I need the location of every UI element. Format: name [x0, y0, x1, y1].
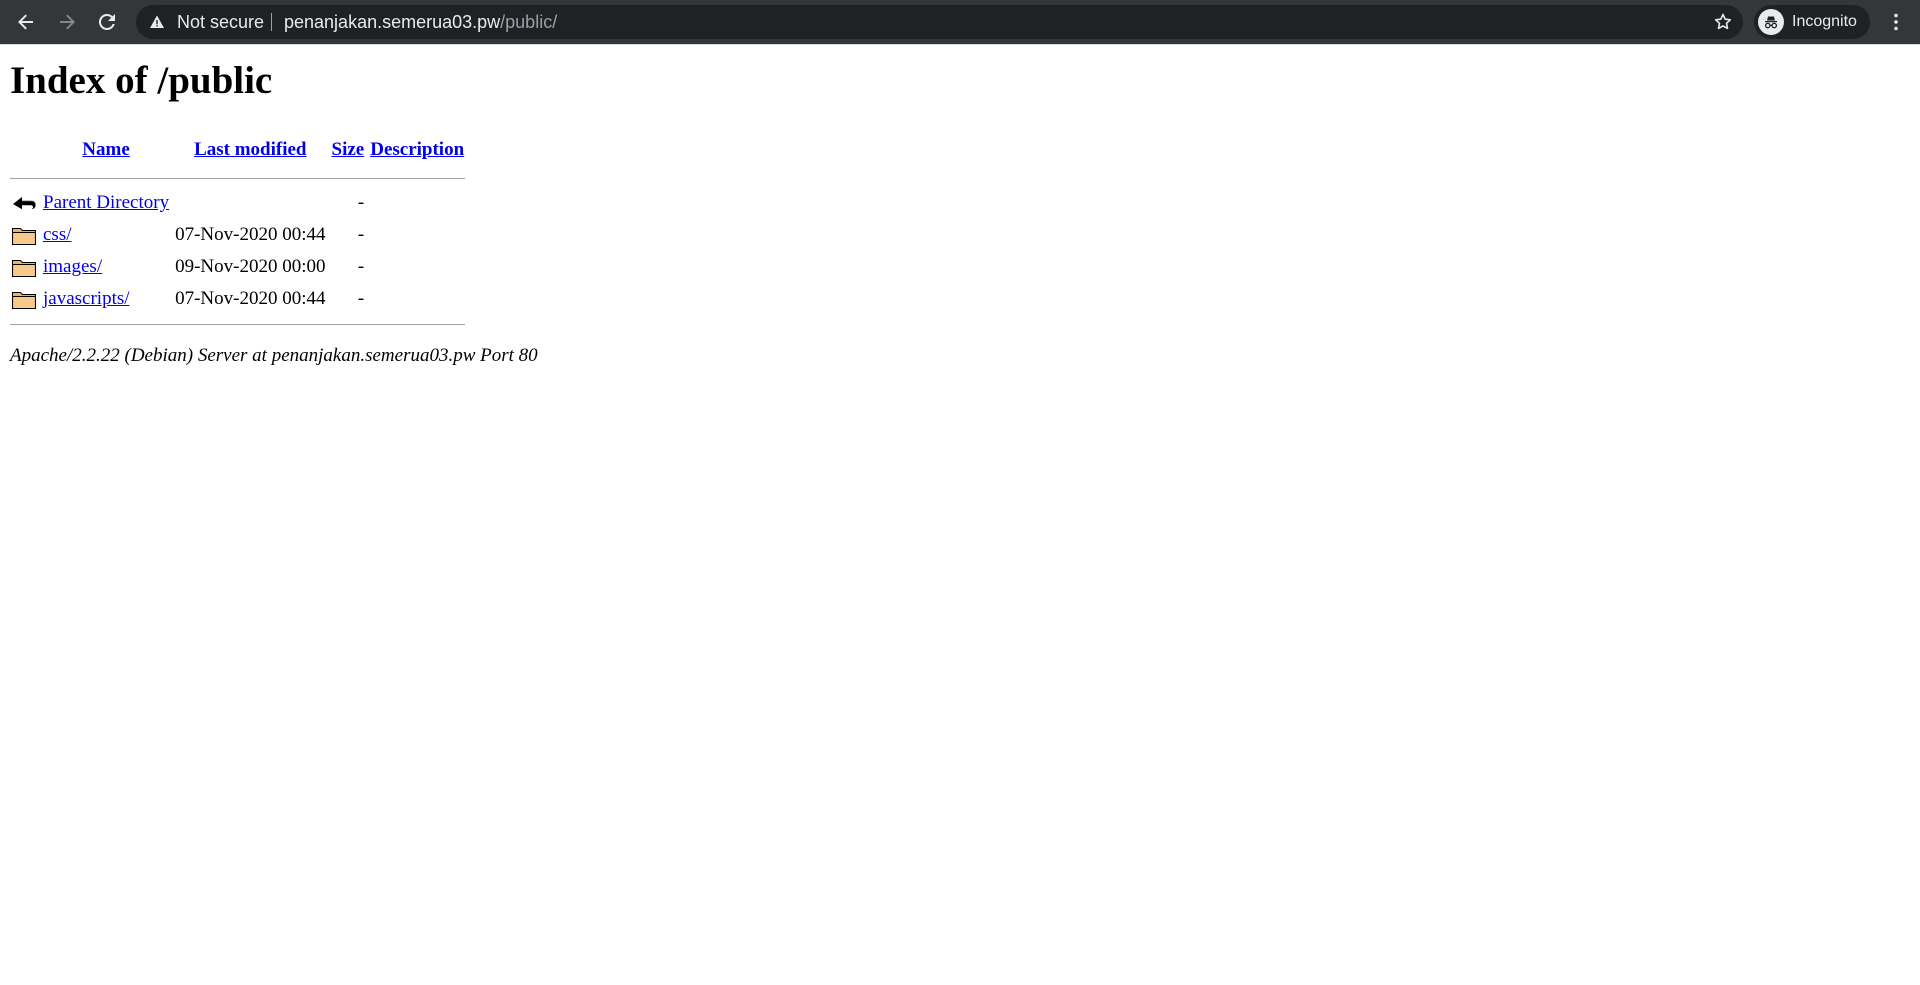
page-title: Index of /public	[10, 59, 273, 102]
modified-cell: 07-Nov-2020 00:44	[175, 224, 326, 245]
omnibox-divider	[271, 13, 272, 31]
separator-line	[10, 323, 466, 325]
description-cell	[369, 187, 465, 219]
table-row: css/ 07-Nov-2020 00:44 -	[10, 219, 465, 251]
bookmark-star-icon[interactable]	[1713, 12, 1733, 32]
sort-by-description-link[interactable]: Description	[370, 139, 464, 160]
incognito-label: Incognito	[1792, 13, 1857, 30]
sort-by-modified-link[interactable]: Last modified	[194, 139, 306, 160]
folder-icon	[12, 228, 36, 245]
modified-cell	[174, 187, 326, 219]
reload-button[interactable]	[91, 6, 123, 38]
size-cell: -	[357, 192, 365, 213]
footer-separator	[10, 315, 466, 333]
server-signature: Apache/2.2.22 (Debian) Server at penanja…	[10, 345, 538, 366]
folder-icon	[12, 292, 36, 309]
icon-column-header	[10, 131, 38, 169]
warning-icon[interactable]	[149, 14, 165, 30]
page-content: Index of /public Name Last modified Size…	[0, 45, 1920, 985]
parent-directory-link[interactable]: Parent Directory	[43, 192, 169, 213]
security-label[interactable]: Not secure	[177, 5, 264, 39]
separator-line	[10, 177, 466, 179]
size-cell: -	[357, 288, 365, 309]
url-host: penanjakan.semerua03.pw	[284, 12, 501, 32]
name-column-header[interactable]: Name	[42, 131, 170, 169]
description-cell	[369, 219, 465, 251]
reload-icon	[98, 13, 115, 30]
table-header-row: Name Last modified Size Description	[10, 131, 465, 169]
description-cell	[369, 251, 465, 283]
back-arrow-icon	[13, 197, 36, 210]
table-row: images/ 09-Nov-2020 00:00 -	[10, 251, 465, 283]
url-text[interactable]: penanjakan.semerua03.pw/public/	[284, 5, 557, 39]
folder-link-images[interactable]: images/	[43, 256, 102, 277]
url-path: /public/	[500, 12, 558, 32]
table-row: javascripts/ 07-Nov-2020 00:44 -	[10, 283, 465, 315]
size-cell: -	[357, 224, 365, 245]
incognito-badge[interactable]: Incognito	[1754, 5, 1870, 39]
modified-cell: 07-Nov-2020 00:44	[175, 288, 326, 309]
header-separator	[10, 169, 466, 187]
address-bar[interactable]: Not secure penanjakan.semerua03.pw/publi…	[136, 5, 1743, 39]
sort-by-name-link[interactable]: Name	[82, 139, 129, 160]
table-row: Parent Directory -	[10, 187, 465, 219]
modified-column-header[interactable]: Last modified	[174, 131, 326, 169]
description-cell	[369, 283, 465, 315]
incognito-icon	[1758, 9, 1784, 35]
folder-link-css[interactable]: css/	[43, 224, 72, 245]
arrow-right-icon	[60, 14, 75, 30]
forward-button[interactable]	[51, 6, 83, 38]
directory-listing: Name Last modified Size Description Pare…	[6, 131, 469, 333]
more-vert-icon	[1894, 13, 1898, 31]
description-column-header[interactable]: Description	[369, 131, 465, 169]
browser-toolbar: Not secure penanjakan.semerua03.pw/publi…	[0, 0, 1920, 44]
size-column-header[interactable]: Size	[331, 131, 366, 169]
folder-link-javascripts[interactable]: javascripts/	[43, 288, 130, 309]
folder-icon	[12, 260, 36, 277]
arrow-left-icon	[18, 14, 33, 30]
back-button[interactable]	[10, 6, 42, 38]
sort-by-size-link[interactable]: Size	[332, 139, 365, 160]
browser-menu-button[interactable]	[1880, 6, 1912, 38]
size-cell: -	[357, 256, 365, 277]
modified-cell: 09-Nov-2020 00:00	[175, 256, 326, 277]
